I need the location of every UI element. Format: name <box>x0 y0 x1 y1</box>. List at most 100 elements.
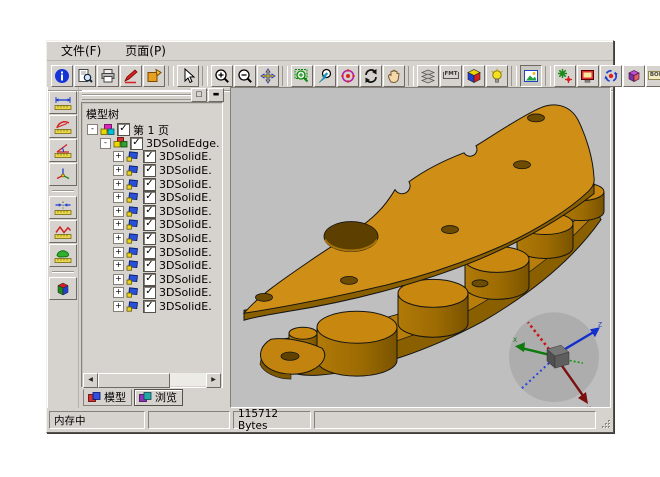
part-checkbox[interactable]: ✓ <box>143 286 156 299</box>
model-tree: - ✓ 第 1 页 - ✓ 3DSolidEdge. +✓3DSolidE. +… <box>84 123 220 371</box>
tree-item-part[interactable]: +✓3DSolidE. <box>84 164 220 178</box>
gizmo-z-label: Z <box>598 321 602 328</box>
update-sync-button[interactable] <box>600 65 622 87</box>
tree-item-part[interactable]: +✓3DSolidE. <box>84 191 220 205</box>
part-checkbox[interactable]: ✓ <box>143 259 156 272</box>
menu-file[interactable]: 文件(F) <box>59 41 103 60</box>
tree-item-part[interactable]: +✓3DSolidE. <box>84 177 220 191</box>
zoom-out-button[interactable] <box>234 65 256 87</box>
expand-icon[interactable]: + <box>113 274 124 285</box>
assembly-checkbox[interactable]: ✓ <box>130 137 143 150</box>
part-checkbox[interactable]: ✓ <box>143 232 156 245</box>
measure-volume-button[interactable] <box>49 277 77 300</box>
about-button[interactable] <box>51 65 73 87</box>
panel-grip[interactable] <box>82 95 192 100</box>
part-checkbox[interactable]: ✓ <box>143 205 156 218</box>
part-icon <box>126 205 141 217</box>
tree-item-assembly[interactable]: - ✓ 3DSolidEdge. <box>84 137 220 151</box>
zoom-in-button[interactable] <box>211 65 233 87</box>
tree-horizontal-scrollbar[interactable]: ◀ ▶ <box>83 373 221 386</box>
scroll-left-button[interactable]: ◀ <box>83 373 98 388</box>
tree-item-part[interactable]: +✓3DSolidE. <box>84 245 220 259</box>
expand-icon[interactable]: + <box>113 151 124 162</box>
pencil-icon <box>123 68 139 84</box>
collapse-icon[interactable]: - <box>100 138 111 149</box>
measure-curve-button[interactable] <box>49 220 77 243</box>
expand-icon[interactable]: + <box>113 206 124 217</box>
expand-icon[interactable]: + <box>113 192 124 203</box>
zoom-dynamic-button[interactable] <box>314 65 336 87</box>
part-checkbox[interactable]: ✓ <box>143 164 156 177</box>
export-button[interactable] <box>143 65 165 87</box>
assembly-stack-button[interactable] <box>623 65 645 87</box>
expand-icon[interactable]: + <box>113 219 124 230</box>
expand-icon[interactable]: + <box>113 165 124 176</box>
print-button[interactable] <box>97 65 119 87</box>
part-checkbox[interactable]: ✓ <box>143 273 156 286</box>
tree-item-page[interactable]: - ✓ 第 1 页 <box>84 123 220 137</box>
measure-length-button[interactable] <box>49 91 77 114</box>
expand-icon[interactable]: + <box>113 260 124 271</box>
expand-icon[interactable]: + <box>113 287 124 298</box>
orbit-button[interactable] <box>337 65 359 87</box>
tree-item-part[interactable]: +✓3DSolidE. <box>84 232 220 246</box>
part-checkbox[interactable]: ✓ <box>143 191 156 204</box>
measure-volume-icon <box>54 281 72 297</box>
tab-model[interactable]: 模型 <box>83 389 132 406</box>
part-checkbox[interactable]: ✓ <box>143 246 156 259</box>
light-button[interactable] <box>486 65 508 87</box>
render-cube-button[interactable] <box>463 65 485 87</box>
part-icon <box>126 192 141 204</box>
scrollbar-track[interactable] <box>170 373 206 386</box>
panel-header[interactable]: □ ▬ <box>79 87 226 102</box>
measure-coordinate-button[interactable] <box>49 163 77 186</box>
tree-item-part[interactable]: +✓3DSolidE. <box>84 205 220 219</box>
dimension-format-button[interactable]: FMT <box>440 65 462 87</box>
tree-item-part[interactable]: +✓3DSolidE. <box>84 300 220 314</box>
toolbar-separator <box>282 66 288 86</box>
viewport-3d[interactable]: Z X Y <box>230 87 611 408</box>
part-checkbox[interactable]: ✓ <box>143 150 156 163</box>
scrollbar-thumb[interactable] <box>98 373 170 388</box>
tree-item-part[interactable]: +✓3DSolidE. <box>84 273 220 287</box>
resize-grip[interactable] <box>599 411 611 429</box>
collapse-icon[interactable]: - <box>87 124 98 135</box>
select-button[interactable] <box>177 65 199 87</box>
part-checkbox[interactable]: ✓ <box>143 218 156 231</box>
part-checkbox[interactable]: ✓ <box>143 300 156 313</box>
annotate-button[interactable] <box>120 65 142 87</box>
expand-icon[interactable]: + <box>113 179 124 190</box>
scroll-right-button[interactable]: ▶ <box>206 373 221 388</box>
print-preview-button[interactable] <box>74 65 96 87</box>
measure-angle-button[interactable] <box>49 139 77 162</box>
page-checkbox[interactable]: ✓ <box>117 123 130 136</box>
tree-item-part[interactable]: +✓3DSolidE. <box>84 218 220 232</box>
screen-capture-button[interactable] <box>577 65 599 87</box>
measure-distance-button[interactable] <box>49 196 77 219</box>
part-checkbox[interactable]: ✓ <box>143 178 156 191</box>
bom-button[interactable]: BOM <box>646 65 660 87</box>
menu-page[interactable]: 页面(P) <box>123 41 168 60</box>
refresh-button[interactable] <box>360 65 382 87</box>
tab-model-icon <box>88 392 101 403</box>
tab-browse[interactable]: 浏览 <box>134 389 183 406</box>
expand-icon[interactable]: + <box>113 247 124 258</box>
panel-restore-button[interactable]: □ <box>191 88 207 102</box>
image-view-button[interactable] <box>520 65 542 87</box>
zoom-window-button[interactable] <box>291 65 313 87</box>
layers-button[interactable] <box>417 65 439 87</box>
expand-icon[interactable]: + <box>113 233 124 244</box>
orientation-gizmo[interactable]: Z X Y <box>509 312 602 407</box>
panel-minimize-button[interactable]: ▬ <box>208 88 224 102</box>
tree-item-label: 3DSolidE. <box>159 259 212 272</box>
tree-item-part[interactable]: +✓3DSolidE. <box>84 150 220 164</box>
pan-button[interactable] <box>257 65 279 87</box>
monitor-icon <box>580 68 596 84</box>
tree-item-part[interactable]: + ✓3DSolidE. <box>84 259 220 273</box>
pan-hand-button[interactable] <box>383 65 405 87</box>
expand-icon[interactable]: + <box>113 301 124 312</box>
tree-item-part[interactable]: +✓3DSolidE. <box>84 286 220 300</box>
transform-button[interactable] <box>554 65 576 87</box>
measure-area-button[interactable] <box>49 244 77 267</box>
measure-radius-button[interactable] <box>49 115 77 138</box>
